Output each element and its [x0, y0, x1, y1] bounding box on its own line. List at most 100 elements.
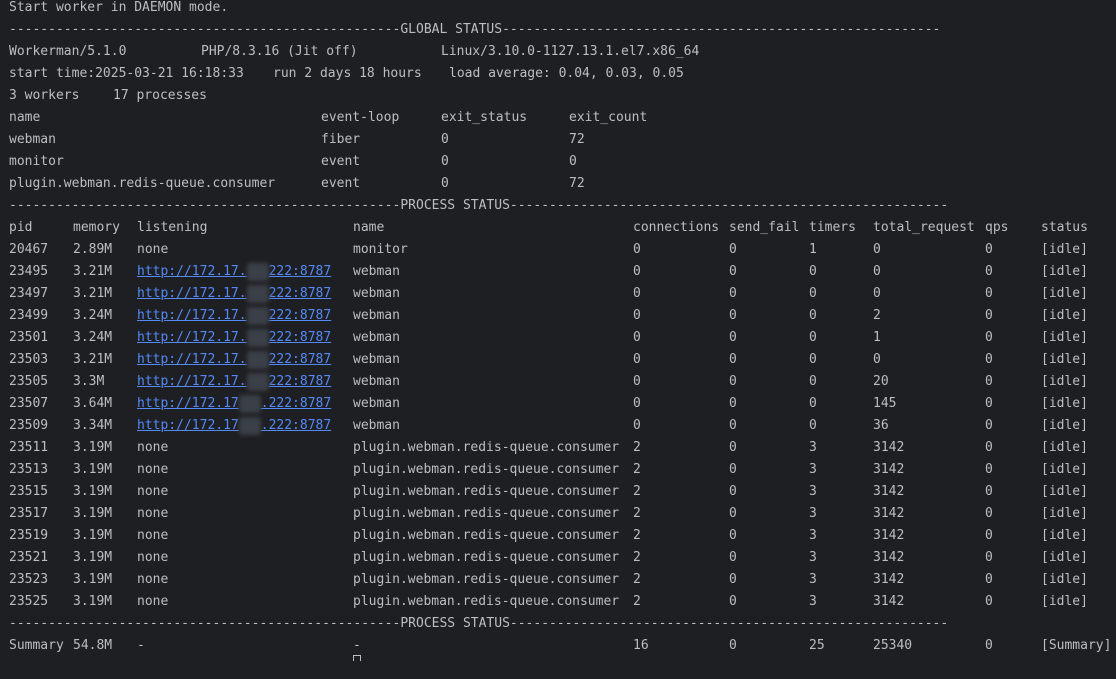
process-timers: 0 — [809, 374, 817, 389]
process-row: 20467 2.89M none monitor 0 0 1 0 0 [idle] — [0, 239, 1116, 261]
process-qps: 0 — [985, 462, 993, 477]
url-part-host: http://172.17 — [137, 396, 239, 411]
process-send-fail: 0 — [729, 594, 737, 609]
process-memory: 3.19M — [73, 440, 113, 455]
url-part-port: 222:8787 — [268, 264, 332, 279]
process-name: plugin.webman.redis-queue.consumer — [353, 506, 620, 521]
process-pid: 23509 — [9, 418, 49, 433]
process-memory: 3.21M — [73, 286, 113, 301]
column-header-name: name — [353, 220, 385, 235]
process-pid: Summary — [9, 638, 64, 653]
process-row: 23513 3.19M none plugin.webman.redis-queue.… — [0, 459, 1116, 481]
process-connections: 2 — [633, 484, 641, 499]
process-listening: none — [137, 484, 169, 499]
process-timers: 0 — [809, 330, 817, 345]
listening-url-link[interactable]: http://172.17.222:8787 — [137, 372, 331, 391]
terminal-window[interactable]: Start worker in DAEMON mode. -----------… — [0, 0, 1116, 661]
os-version: Linux/3.10.0-1127.13.1.el7.x86_64 — [441, 44, 700, 59]
process-timers: 0 — [809, 308, 817, 323]
process-total-request: 36 — [873, 418, 889, 433]
process-name: plugin.webman.redis-queue.consumer — [353, 528, 620, 543]
process-send-fail: 0 — [729, 308, 737, 323]
listening-address: http://172.17.222:8787 — [137, 393, 331, 415]
column-header-pid: pid — [9, 220, 33, 235]
terminal-cursor — [353, 655, 361, 661]
process-connections: 2 — [633, 528, 641, 543]
listening-url-link[interactable]: http://172.17.222:8787 — [137, 284, 331, 303]
process-timers: 3 — [809, 484, 817, 499]
process-status: [idle] — [1041, 418, 1088, 433]
process-row: 23525 3.19M none plugin.webman.redis-queue.… — [0, 591, 1116, 613]
redacted-blur — [246, 262, 269, 281]
process-qps: 0 — [985, 418, 993, 433]
column-header-event-loop-col: event-loop — [321, 110, 400, 125]
url-part-host: http://172.17 — [137, 418, 239, 433]
process-listening: none — [137, 572, 169, 587]
process-memory: 3.19M — [73, 572, 113, 587]
url-part-host: http://172.17. — [137, 374, 247, 389]
worker-exit-count-col: 0 — [569, 154, 577, 169]
process-row: 23503 3.21M http://172.17. 222:8787 webman 0 0… — [0, 349, 1116, 371]
process-memory: 3.19M — [73, 550, 113, 565]
process-listening: none — [137, 462, 169, 477]
worker-row: webman fiber 0 72 — [0, 129, 1116, 151]
process-pid: 23511 — [9, 440, 49, 455]
process-send-fail: 0 — [729, 374, 737, 389]
process-connections: 2 — [633, 572, 641, 587]
worker-event-loop-col: fiber — [321, 132, 361, 147]
listening-url-link[interactable]: http://172.17.222:8787 — [137, 328, 332, 347]
process-pid: 20467 — [9, 242, 49, 257]
process-send-fail: 0 — [729, 440, 737, 455]
process-name: webman — [353, 374, 400, 389]
process-name: plugin.webman.redis-queue.consumer — [353, 484, 620, 499]
process-qps: 0 — [985, 484, 993, 499]
listening-url-link[interactable]: http://172.17.222:8787 — [137, 306, 331, 325]
process-qps: 0 — [985, 374, 993, 389]
process-connections: 0 — [633, 418, 641, 433]
listening-address: http://172.17.222:8787 — [137, 327, 331, 349]
listening-url-link[interactable]: http://172.17.222:8787 — [137, 416, 331, 435]
redacted-blur — [238, 394, 261, 413]
process-pid: 23505 — [9, 374, 49, 389]
process-listening: none — [137, 242, 169, 257]
process-timers: 0 — [809, 396, 817, 411]
process-total-request: 0 — [873, 352, 881, 367]
process-total-request: 3142 — [873, 550, 905, 565]
process-memory: 3.64M — [73, 396, 113, 411]
process-total-request: 2 — [873, 308, 881, 323]
process-total-request: 3142 — [873, 594, 905, 609]
url-part-port: 222:8787 — [268, 330, 332, 345]
process-total-request: 3142 — [873, 572, 905, 587]
process-pid: 23503 — [9, 352, 49, 367]
separator-line: ----------------------------------------… — [9, 22, 941, 37]
process-total-request: 3142 — [873, 462, 905, 477]
process-memory: 3.19M — [73, 462, 113, 477]
worker-name-col: plugin.webman.redis-queue.consumer — [9, 176, 276, 191]
process-qps: 0 — [985, 396, 993, 411]
redacted-blur — [246, 284, 269, 303]
version-line: Workerman/5.1.0 PHP/8.3.16 (Jit off) Lin… — [0, 41, 1116, 63]
column-header-listening: listening — [137, 220, 208, 235]
process-status: [idle] — [1041, 484, 1088, 499]
process-timers: 3 — [809, 440, 817, 455]
process-table-header: pid memory listening name connections send_fa… — [0, 217, 1116, 239]
process-name: plugin.webman.redis-queue.consumer — [353, 594, 620, 609]
listening-url-link[interactable]: http://172.17.222:8787 — [137, 350, 331, 369]
process-send-fail: 0 — [729, 396, 737, 411]
process-connections: 0 — [633, 264, 641, 279]
process-qps: 0 — [985, 506, 993, 521]
process-qps: 0 — [985, 594, 993, 609]
process-status: [idle] — [1041, 264, 1088, 279]
process-memory: 3.21M — [73, 352, 113, 367]
process-pid: 23499 — [9, 308, 49, 323]
process-qps: 0 — [985, 286, 993, 301]
redacted-blur — [246, 328, 269, 347]
process-row: 23515 3.19M none plugin.webman.redis-queue.… — [0, 481, 1116, 503]
process-pid: 23517 — [9, 506, 49, 521]
listening-url-link[interactable]: http://172.17.222:8787 — [137, 394, 331, 413]
process-memory: 3.24M — [73, 330, 113, 345]
process-status: [idle] — [1041, 308, 1088, 323]
process-name: webman — [353, 330, 400, 345]
listening-url-link[interactable]: http://172.17.222:8787 — [137, 262, 332, 281]
worker-exit-status-col: 0 — [441, 176, 449, 191]
